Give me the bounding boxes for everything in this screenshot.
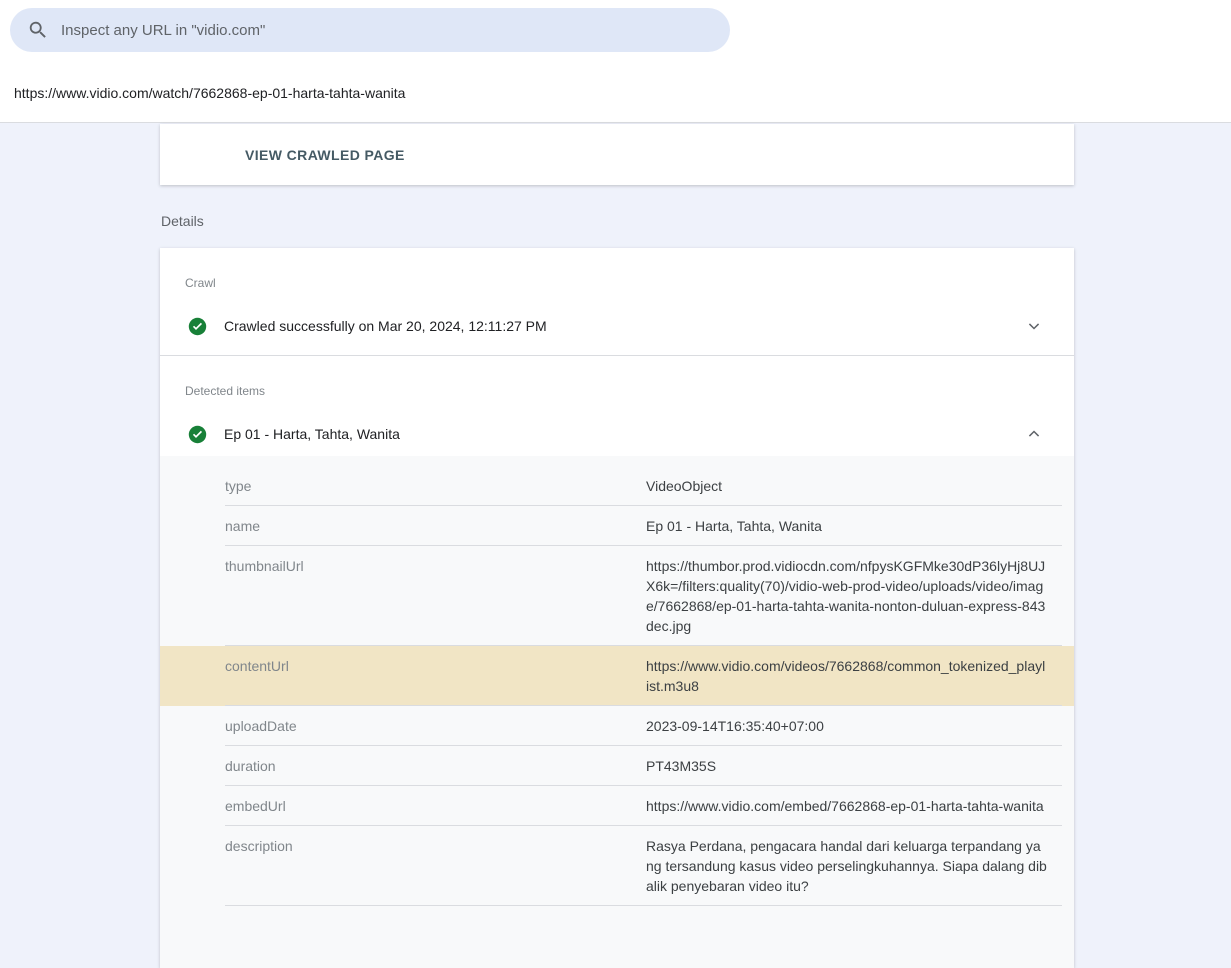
properties-table: type VideoObject name Ep 01 - Harta, Tah… — [160, 456, 1074, 968]
chevron-down-icon[interactable] — [1024, 316, 1044, 336]
prop-key: embedUrl — [160, 796, 646, 816]
prop-value: Rasya Perdana, pengacara handal dari kel… — [646, 836, 1048, 896]
property-row[interactable]: uploadDate 2023-09-14T16:35:40+07:00 — [160, 706, 1074, 746]
prop-key: uploadDate — [160, 716, 646, 736]
crawl-status-row[interactable]: Crawled successfully on Mar 20, 2024, 12… — [160, 314, 1074, 338]
property-row[interactable]: name Ep 01 - Harta, Tahta, Wanita — [160, 506, 1074, 546]
section-divider — [160, 355, 1074, 356]
header: https://www.vidio.com/watch/7662868-ep-0… — [0, 0, 1231, 123]
chevron-up-icon[interactable] — [1024, 424, 1044, 444]
details-card: Crawl Crawled successfully on Mar 20, 20… — [160, 248, 1074, 968]
property-row[interactable]: contentUrl https://www.vidio.com/videos/… — [160, 646, 1074, 706]
property-row[interactable]: embedUrl https://www.vidio.com/embed/766… — [160, 786, 1074, 826]
prop-key: contentUrl — [160, 656, 646, 696]
search-input[interactable] — [61, 22, 710, 39]
prop-value: https://www.vidio.com/videos/7662868/com… — [646, 656, 1048, 696]
crawl-section-label: Crawl — [185, 276, 216, 290]
inspected-url: https://www.vidio.com/watch/7662868-ep-0… — [14, 85, 405, 101]
prop-value: PT43M35S — [646, 756, 1048, 776]
prop-value: 2023-09-14T16:35:40+07:00 — [646, 716, 1048, 736]
search-icon — [27, 19, 49, 41]
url-inspection-search-bar[interactable] — [10, 8, 730, 52]
prop-value: VideoObject — [646, 476, 1048, 496]
prop-key: name — [160, 516, 646, 536]
detected-item-title: Ep 01 - Harta, Tahta, Wanita — [224, 426, 400, 442]
property-row[interactable]: duration PT43M35S — [160, 746, 1074, 786]
property-row[interactable]: description Rasya Perdana, pengacara han… — [160, 826, 1074, 906]
prop-key: description — [160, 836, 646, 896]
prop-key: type — [160, 476, 646, 496]
inspection-result-card: VIEW CRAWLED PAGE — [160, 124, 1074, 185]
view-crawled-page-button[interactable]: VIEW CRAWLED PAGE — [232, 139, 418, 171]
check-circle-icon — [188, 425, 207, 444]
property-row[interactable]: type VideoObject — [160, 456, 1074, 506]
prop-value: Ep 01 - Harta, Tahta, Wanita — [646, 516, 1048, 536]
check-circle-icon — [188, 317, 207, 336]
prop-key: thumbnailUrl — [160, 556, 646, 636]
property-row[interactable]: thumbnailUrl https://thumbor.prod.vidioc… — [160, 546, 1074, 646]
detected-item-row[interactable]: Ep 01 - Harta, Tahta, Wanita — [160, 422, 1074, 446]
prop-value: https://thumbor.prod.vidiocdn.com/nfpysK… — [646, 556, 1048, 636]
crawl-status-text: Crawled successfully on Mar 20, 2024, 12… — [224, 318, 547, 334]
prop-key: duration — [160, 756, 646, 776]
detected-items-section-label: Detected items — [185, 384, 265, 398]
details-section-label: Details — [161, 213, 204, 229]
prop-value: https://www.vidio.com/embed/7662868-ep-0… — [646, 796, 1048, 816]
